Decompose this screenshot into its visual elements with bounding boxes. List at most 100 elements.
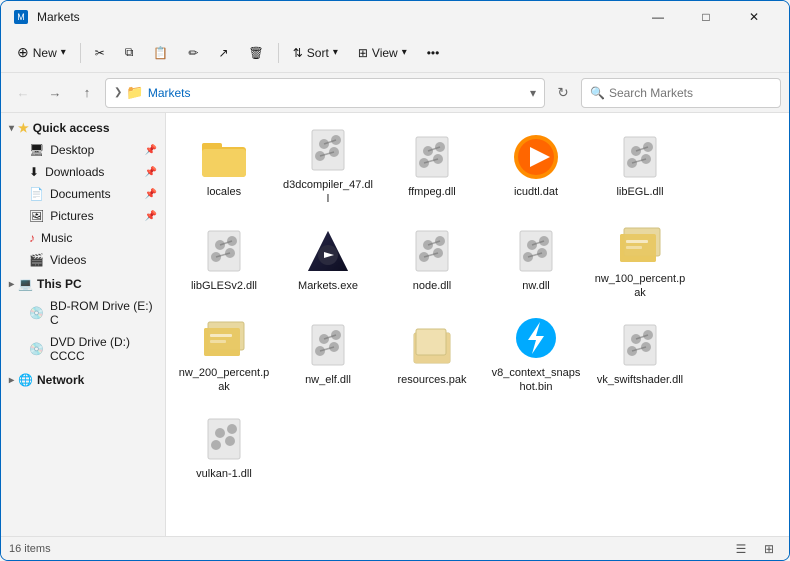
forward-button[interactable]: →: [41, 79, 69, 107]
status-icons: ☰ ⊞: [729, 539, 781, 559]
sidebar-item-downloads[interactable]: ⬇ Downloads 📌: [1, 161, 165, 183]
quick-access-header[interactable]: ▾ ★ Quick access: [1, 117, 165, 139]
rename-button[interactable]: ✏: [180, 37, 206, 69]
address-dropdown-icon[interactable]: ▾: [530, 86, 536, 100]
svg-text:M: M: [17, 12, 25, 22]
close-button[interactable]: ✕: [731, 1, 777, 33]
pin-icon: 📌: [145, 145, 157, 156]
file-icon-d3d: [304, 126, 352, 174]
sidebar-item-dvd[interactable]: 💿 DVD Drive (D:) CCCC: [1, 331, 165, 367]
view-button[interactable]: ⊞ View ▾: [350, 37, 415, 69]
file-label-nw200: nw_200_percent.pak: [178, 366, 270, 395]
breadcrumb-folder: 📁 Markets: [126, 84, 190, 101]
cut-button[interactable]: ✂: [87, 37, 113, 69]
sidebar-item-pictures[interactable]: 🖼 Pictures 📌: [1, 205, 165, 227]
bdrom-icon: 💿: [29, 306, 44, 320]
more-button[interactable]: •••: [419, 37, 448, 69]
up-button[interactable]: ↑: [73, 79, 101, 107]
network-label: Network: [37, 373, 84, 387]
folder-icon: 📁: [126, 84, 143, 101]
file-label-locales: locales: [207, 185, 241, 199]
file-item-d3d[interactable]: d3dcompiler_47.dll: [278, 121, 378, 211]
file-item-vkswift[interactable]: vk_swiftshader.dll: [590, 309, 690, 399]
list-view-button[interactable]: ☰: [729, 539, 753, 559]
file-item-libegl[interactable]: libEGL.dll: [590, 121, 690, 211]
share-button[interactable]: ↗: [210, 37, 236, 69]
sidebar-item-desktop[interactable]: 🖥 Desktop 📌: [1, 139, 165, 161]
view-label: View: [372, 46, 398, 60]
file-icon-nw: [512, 227, 560, 275]
videos-icon: 🎬: [29, 253, 44, 267]
file-label-d3d: d3dcompiler_47.dll: [282, 178, 374, 207]
file-label-resources: resources.pak: [397, 373, 466, 387]
view-icon: ⊞: [358, 46, 368, 60]
downloads-pin-icon: 📌: [145, 167, 157, 178]
network-header[interactable]: ▸ 🌐 Network: [1, 369, 165, 391]
sidebar-documents-label: Documents: [50, 187, 111, 201]
minimize-button[interactable]: —: [635, 1, 681, 33]
delete-button[interactable]: 🗑: [241, 37, 272, 69]
grid-view-button[interactable]: ⊞: [757, 539, 781, 559]
file-icon-nw100: [616, 220, 664, 268]
refresh-button[interactable]: ↻: [549, 79, 577, 107]
file-icon-libegl: [616, 133, 664, 181]
quick-access-label: Quick access: [33, 121, 110, 135]
file-item-ffmpeg[interactable]: ffmpeg.dll: [382, 121, 482, 211]
new-button[interactable]: ⊕ New ▾: [9, 37, 74, 69]
file-item-markets[interactable]: Markets.exe: [278, 215, 378, 305]
sidebar-item-documents[interactable]: 📄 Documents 📌: [1, 183, 165, 205]
address-field[interactable]: ❯ 📁 Markets ▾: [105, 78, 545, 108]
file-item-nw200[interactable]: nw_200_percent.pak: [174, 309, 274, 399]
sidebar-item-videos[interactable]: 🎬 Videos: [1, 249, 165, 271]
documents-pin-icon: 📌: [145, 189, 157, 200]
music-icon: ♪: [29, 231, 35, 245]
search-input[interactable]: [609, 86, 772, 100]
downloads-icon: ⬇: [29, 165, 39, 179]
quick-access-chevron-icon: ▾: [9, 123, 14, 134]
file-label-nw: nw.dll: [522, 279, 550, 293]
file-icon-markets: [304, 227, 352, 275]
file-item-libgles[interactable]: libGLESv2.dll: [174, 215, 274, 305]
file-item-locales[interactable]: locales: [174, 121, 274, 211]
file-label-node: node.dll: [413, 279, 452, 293]
pictures-pin-icon: 📌: [145, 211, 157, 222]
status-item-count: 16 items: [9, 543, 51, 555]
toolbar-separator-2: [278, 43, 279, 63]
this-pc-header[interactable]: ▸ 💻 This PC: [1, 273, 165, 295]
sidebar-item-bdrom[interactable]: 💿 BD-ROM Drive (E:) C: [1, 295, 165, 331]
file-icon-icudtl: [512, 133, 560, 181]
sidebar-item-music[interactable]: ♪ Music: [1, 227, 165, 249]
share-icon: ↗: [218, 46, 228, 60]
file-label-vulkan: vulkan-1.dll: [196, 467, 252, 481]
file-item-resources[interactable]: resources.pak: [382, 309, 482, 399]
file-item-vulkan[interactable]: vulkan-1.dll: [174, 403, 274, 493]
sort-button[interactable]: ⇅ Sort ▾: [285, 37, 346, 69]
file-item-icudtl[interactable]: icudtl.dat: [486, 121, 586, 211]
sidebar-desktop-label: Desktop: [50, 143, 94, 157]
sidebar-dvd-label: DVD Drive (D:) CCCC: [50, 335, 157, 363]
desktop-icon: 🖥: [29, 143, 44, 157]
file-label-markets: Markets.exe: [298, 279, 358, 293]
paste-button[interactable]: 📋: [145, 37, 176, 69]
file-icon-node: [408, 227, 456, 275]
main-content: ▾ ★ Quick access 🖥 Desktop 📌 ⬇ Downloads…: [1, 113, 789, 536]
file-item-nwelf[interactable]: nw_elf.dll: [278, 309, 378, 399]
file-label-libgles: libGLESv2.dll: [191, 279, 257, 293]
file-icon-v8context: [512, 314, 560, 362]
back-button[interactable]: ←: [9, 79, 37, 107]
network-section: ▸ 🌐 Network: [1, 369, 165, 391]
file-item-nw100[interactable]: nw_100_percent.pak: [590, 215, 690, 305]
file-item-node[interactable]: node.dll: [382, 215, 482, 305]
search-box[interactable]: 🔍: [581, 78, 781, 108]
address-bar: ← → ↑ ❯ 📁 Markets ▾ ↻ 🔍: [1, 73, 789, 113]
this-pc-section: ▸ 💻 This PC 💿 BD-ROM Drive (E:) C 💿 DVD …: [1, 273, 165, 367]
file-item-nw[interactable]: nw.dll: [486, 215, 586, 305]
quick-access-star-icon: ★: [18, 121, 29, 135]
file-icon-vkswift: [616, 321, 664, 369]
sort-icon: ⇅: [293, 46, 303, 60]
copy-button[interactable]: ⧉: [117, 37, 142, 69]
new-label: New: [33, 46, 57, 60]
file-item-v8context[interactable]: v8_context_snapshot.bin: [486, 309, 586, 399]
sidebar: ▾ ★ Quick access 🖥 Desktop 📌 ⬇ Downloads…: [1, 113, 166, 536]
maximize-button[interactable]: □: [683, 1, 729, 33]
